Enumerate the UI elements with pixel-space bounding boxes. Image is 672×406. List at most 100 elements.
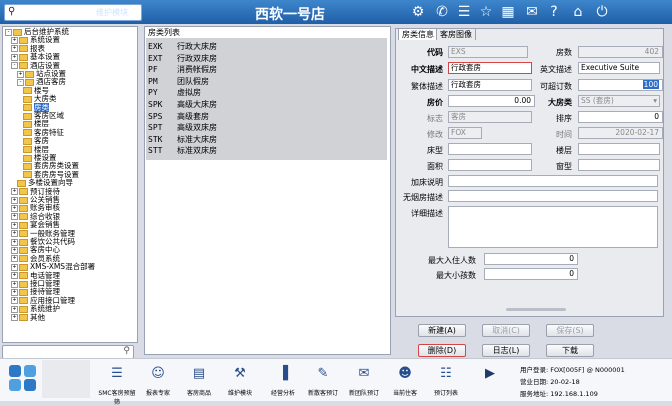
cancel-button[interactable]: 取消(C) — [482, 324, 530, 337]
big-type-select[interactable]: SS (套房) ▾ — [578, 95, 660, 107]
room-type-code[interactable]: SPS — [148, 112, 162, 122]
expand-icon[interactable]: + — [11, 255, 18, 263]
expand-icon[interactable]: + — [11, 238, 18, 246]
expand-icon[interactable]: + — [11, 213, 18, 221]
room-type-name[interactable]: 高级大床房 — [177, 100, 217, 110]
expand-icon[interactable]: + — [11, 188, 18, 196]
no-smoke-field[interactable] — [448, 190, 658, 202]
expand-icon[interactable]: + — [11, 246, 18, 254]
room-type-code[interactable]: STK — [148, 135, 162, 145]
tree-item[interactable]: + 其他 — [11, 313, 45, 322]
toolbar-item-icon[interactable]: ☺ — [146, 366, 170, 382]
expand-icon[interactable]: + — [17, 70, 24, 78]
toolbar-item-icon[interactable]: ☻ — [393, 366, 417, 382]
toolbar-item-label[interactable]: 维护模块 — [220, 388, 260, 397]
mail-icon[interactable]: ✉ — [524, 4, 540, 20]
toolbar-item-icon[interactable]: ▐ — [271, 366, 295, 382]
collapse-icon[interactable]: - — [5, 28, 12, 36]
download-button[interactable]: 下载 — [546, 344, 594, 357]
phone-icon[interactable]: ✆ — [434, 4, 450, 20]
help-icon[interactable]: ? — [546, 4, 562, 20]
expand-icon[interactable]: + — [11, 196, 18, 204]
en-desc-field[interactable]: Executive Suite — [578, 62, 660, 74]
toolbar-item-icon[interactable]: ▤ — [187, 366, 211, 382]
toolbar-item-icon[interactable]: ☰ — [105, 366, 129, 382]
save-button[interactable]: 保存(S) — [546, 324, 594, 337]
sort-field[interactable]: 0 — [578, 111, 663, 123]
toolbar-item-label[interactable]: 经营分析 — [263, 388, 303, 397]
expand-icon[interactable]: + — [11, 314, 18, 322]
toolbar-item-label[interactable]: 客房商品 — [179, 388, 219, 397]
room-type-code[interactable]: SPK — [148, 100, 162, 110]
tree-item[interactable]: 大房类 — [23, 95, 57, 103]
toolbar-item-label[interactable]: 新团队预订 — [344, 388, 384, 397]
expand-icon[interactable]: + — [11, 230, 18, 238]
toolbar-item-icon[interactable]: ✉ — [352, 366, 376, 382]
floor-field[interactable] — [578, 143, 660, 155]
room-type-name[interactable]: 高级套房 — [177, 112, 209, 122]
play-arrow-icon[interactable]: ▶ — [478, 366, 502, 382]
room-type-code[interactable]: PY — [148, 88, 158, 98]
room-type-name[interactable]: 高级双床房 — [177, 123, 217, 133]
room-type-code[interactable]: STT — [148, 146, 162, 156]
expand-icon[interactable]: + — [11, 36, 18, 44]
toolbar-item-icon[interactable]: ☷ — [434, 366, 458, 382]
expand-icon[interactable]: + — [11, 288, 18, 296]
bed-field[interactable] — [448, 143, 532, 155]
area-field[interactable] — [448, 159, 532, 171]
room-type-name[interactable]: 消费帐假房 — [177, 65, 217, 75]
tree-search-input[interactable]: ⚲ — [2, 345, 134, 359]
room-type-name[interactable]: 标准大床房 — [177, 135, 217, 145]
collapse-icon[interactable]: - — [17, 78, 24, 86]
toolbar-item-label[interactable]: 预订列表 — [426, 388, 466, 397]
code-field[interactable]: EXS — [448, 46, 528, 58]
room-type-code[interactable]: SPT — [148, 123, 162, 133]
menu-icon[interactable]: ☰ — [456, 4, 472, 20]
expand-icon[interactable]: + — [11, 297, 18, 305]
log-button[interactable]: 日志(L) — [482, 344, 530, 357]
rooms-field[interactable]: 402 — [578, 46, 663, 58]
detail-desc-textarea[interactable] — [448, 206, 658, 248]
new-button[interactable]: 新建(A) — [418, 324, 466, 337]
star-icon[interactable]: ☆ — [478, 4, 494, 20]
home-icon[interactable]: ⌂ — [570, 4, 586, 20]
expand-icon[interactable]: + — [11, 204, 18, 212]
room-type-code[interactable]: PM — [148, 77, 158, 87]
expand-icon[interactable]: + — [11, 221, 18, 229]
expand-icon[interactable]: + — [11, 305, 18, 313]
window-field[interactable] — [578, 159, 660, 171]
room-type-name[interactable]: 行政大床房 — [177, 42, 217, 52]
power-icon[interactable]: ⏻ — [594, 4, 610, 20]
horizontal-scrollbar[interactable] — [506, 308, 566, 311]
toolbar-item-icon[interactable]: ⚒ — [228, 366, 252, 382]
tab-room-info[interactable]: 房类信息 — [398, 28, 438, 40]
grid-icon[interactable]: ▦ — [500, 4, 516, 20]
room-type-code[interactable]: EXT — [148, 54, 162, 64]
room-type-code[interactable]: PF — [148, 65, 158, 75]
room-type-name[interactable]: 标准双床房 — [177, 146, 217, 156]
toolbar-item-icon[interactable]: ✎ — [311, 366, 335, 382]
overbook-field[interactable]: 100 — [578, 79, 663, 91]
expand-icon[interactable]: + — [11, 272, 18, 280]
expand-icon[interactable]: + — [11, 280, 18, 288]
room-type-name[interactable]: 团队假房 — [177, 77, 209, 87]
trad-desc-field[interactable]: 行政套房 — [448, 79, 532, 91]
expand-icon[interactable]: + — [11, 53, 18, 61]
room-type-name[interactable]: 行政双床房 — [177, 54, 217, 64]
expand-icon[interactable]: + — [11, 45, 18, 53]
flag-field[interactable]: 客房 — [448, 111, 532, 123]
max-adults-field[interactable]: 0 — [484, 253, 578, 265]
tab-room-image[interactable]: 客房图像 — [436, 28, 476, 40]
collapse-icon[interactable]: - — [11, 62, 18, 70]
toolbar-item-label[interactable]: 新散客预订 — [303, 388, 343, 397]
cn-desc-field[interactable]: 行政套房 — [448, 62, 532, 74]
toolbar-item-label[interactable]: 报表专家 — [138, 388, 178, 397]
toolbar-item-label[interactable]: 当前住客 — [385, 388, 425, 397]
tools-icon[interactable]: ⚙ — [410, 4, 426, 20]
max-children-field[interactable]: 0 — [484, 268, 578, 280]
delete-button[interactable]: 删除(D) — [418, 344, 466, 357]
toolbar-item-label[interactable]: SMC客房预留筛 — [97, 388, 137, 406]
extra-bed-field[interactable] — [448, 175, 658, 187]
expand-icon[interactable]: + — [11, 263, 18, 271]
price-field[interactable]: 0.00 — [448, 95, 535, 107]
